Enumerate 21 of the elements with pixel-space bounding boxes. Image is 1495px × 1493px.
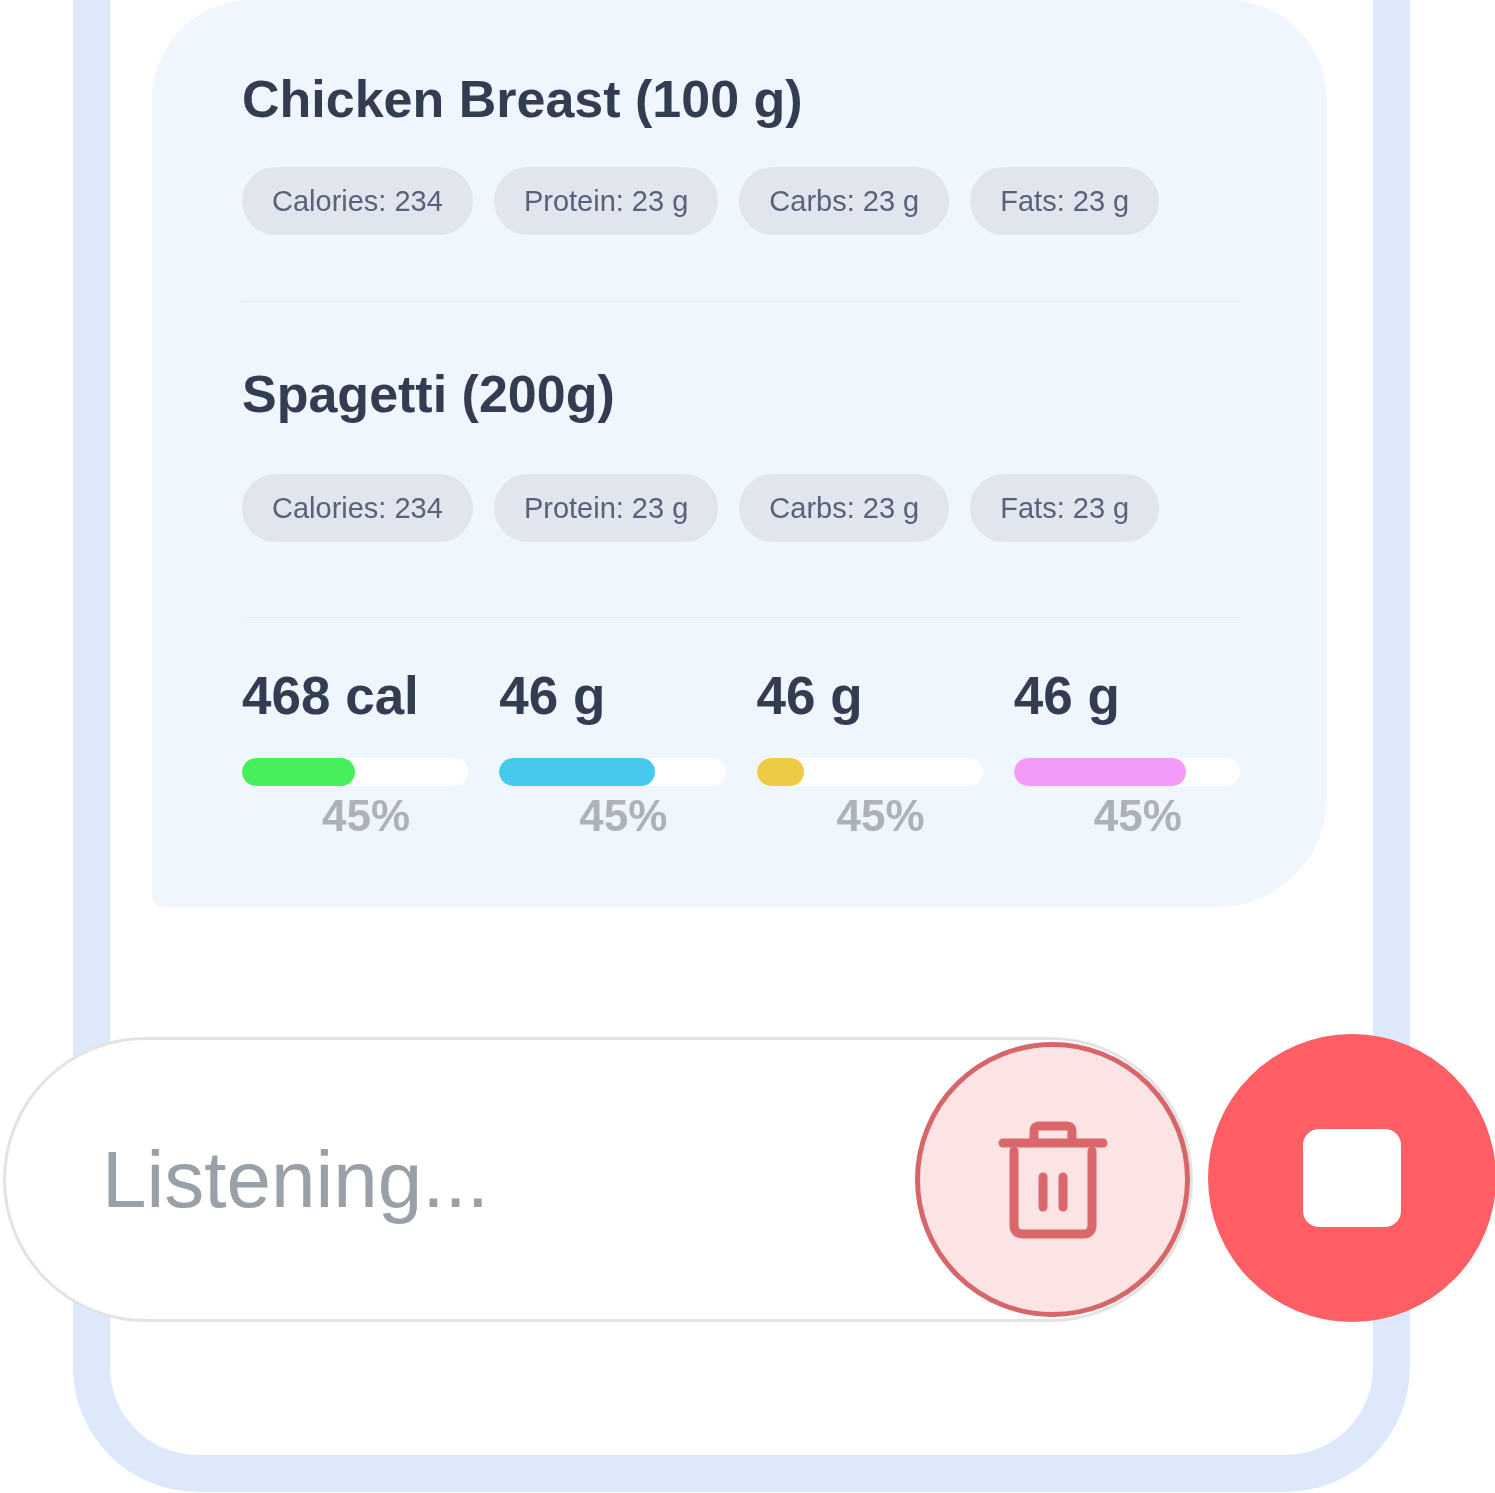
total-value: 46 g xyxy=(499,665,607,727)
nutrient-tag: Carbs: 23 g xyxy=(739,167,950,235)
percent-label: 45% xyxy=(578,790,669,842)
percent-label: 45% xyxy=(1092,790,1183,842)
food-title: Spagetti (200g) xyxy=(242,364,616,425)
total-value: 468 cal xyxy=(242,665,420,727)
nutrient-tag: Protein: 23 g xyxy=(493,167,719,235)
nutrient-tag: Fats: 23 g xyxy=(970,474,1160,542)
nutrient-tag: Fats: 23 g xyxy=(970,167,1160,235)
percent-label: 45% xyxy=(835,790,926,842)
nutrient-tag: Protein: 23 g xyxy=(493,474,719,542)
total-value: 46 g xyxy=(756,665,864,727)
nutrient-tag: Carbs: 23 g xyxy=(739,474,950,542)
status-text: Listening... xyxy=(102,1133,490,1226)
stop-icon xyxy=(1303,1129,1401,1227)
nutrient-tag: Calories: 234 xyxy=(242,474,473,542)
total-value: 46 g xyxy=(1013,665,1121,727)
percent-label: 45% xyxy=(321,790,412,842)
food-title: Chicken Breast (100 g) xyxy=(242,69,804,130)
nutrient-tag: Calories: 234 xyxy=(242,167,473,235)
trash-icon xyxy=(997,1120,1108,1239)
